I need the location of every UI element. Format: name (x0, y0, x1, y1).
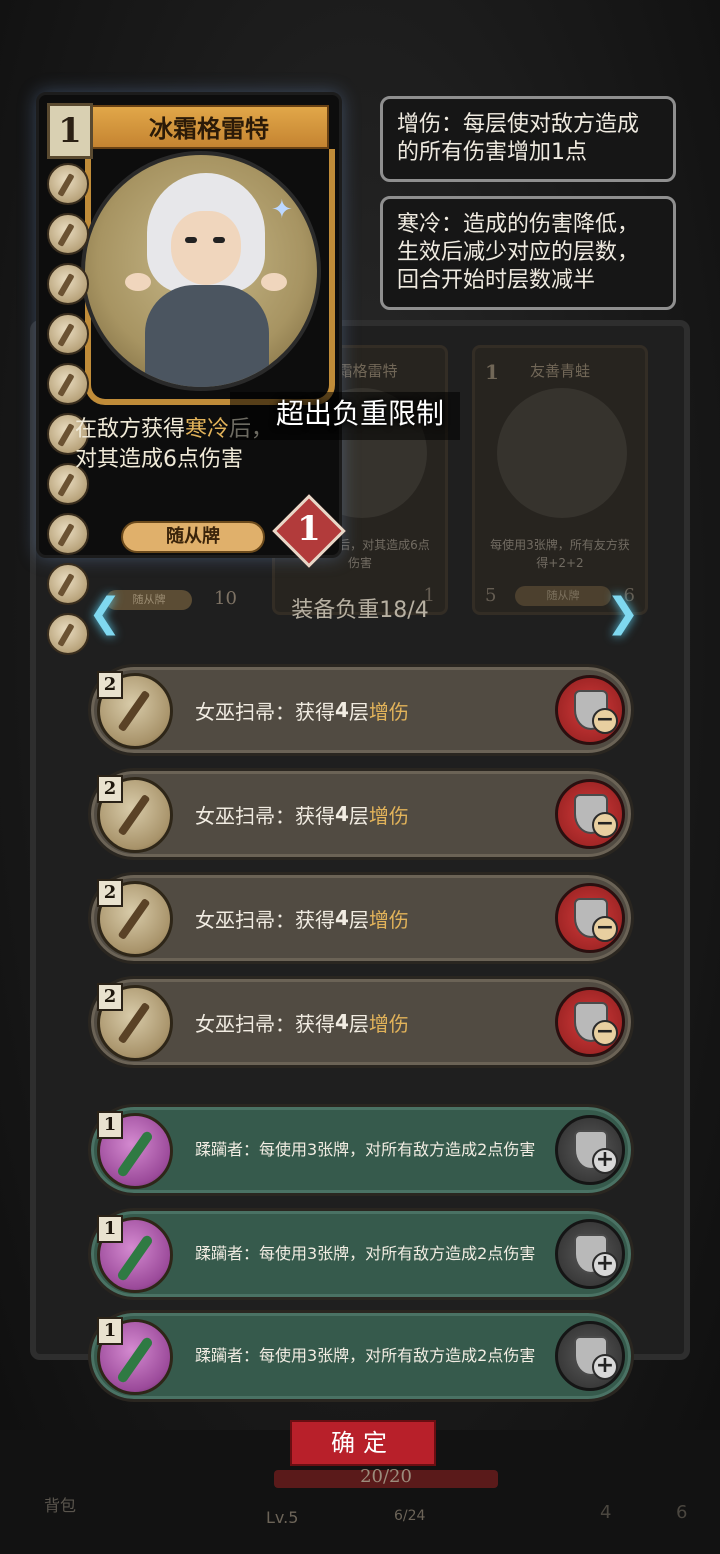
broom-slot-icon (47, 263, 89, 305)
character-robe (145, 285, 269, 387)
tooltip-keyword: 寒冷： (397, 212, 464, 237)
add-button[interactable]: + (555, 1321, 625, 1391)
bg-card-desc: 每使用3张牌，所有友方获得+2+2 (490, 538, 630, 570)
add-button[interactable]: + (555, 1115, 625, 1185)
equip-text: 获得 (295, 1011, 335, 1036)
remove-button[interactable]: − (555, 779, 625, 849)
equipment-text: 蹂躏者：每使用3张牌，对所有敌方造成2点伤害 (195, 1346, 536, 1365)
equip-text: 获得 (295, 803, 335, 828)
character-face (171, 211, 241, 285)
minus-icon: − (592, 916, 618, 942)
broom-slot-icon (47, 513, 89, 555)
desc-text: 对其造成6点伤害 (75, 447, 243, 472)
equip-text: 层 (348, 1011, 369, 1036)
broom-slot-icon (47, 313, 89, 355)
sparkle-icon: ✦ (271, 195, 293, 225)
equip-name: 女巫扫帚 (195, 1011, 275, 1036)
remove-button[interactable]: − (555, 883, 625, 953)
minus-icon: − (592, 812, 618, 838)
equipment-text: 女巫扫帚：获得 4 层增伤 (195, 979, 409, 1065)
equip-text: 层 (348, 907, 369, 932)
broom-slot-icon (47, 213, 89, 255)
equipment-row[interactable]: 2 女巫扫帚：获得 4 层增伤 − (88, 872, 634, 964)
equip-text: 层 (348, 699, 369, 724)
broom-slot-icon (47, 163, 89, 205)
equipment-row[interactable]: 2 女巫扫帚：获得 4 层增伤 − (88, 664, 634, 756)
remove-button[interactable]: − (555, 987, 625, 1057)
player-level: Lv.5 (266, 1508, 299, 1527)
equipment-level: 1 (97, 1215, 123, 1243)
equip-keyword: 增伤 (368, 907, 409, 932)
equipment-row[interactable]: 1 蹂躏者：每使用3张牌，对所有敌方造成2点伤害 + (88, 1104, 634, 1196)
equip-num: 4 (335, 906, 349, 930)
equipment-text: 女巫扫帚：获得 4 层增伤 (195, 875, 409, 961)
equip-sep: ： (275, 1011, 295, 1036)
equipment-row[interactable]: 1 蹂躏者：每使用3张牌，对所有敌方造成2点伤害 + (88, 1310, 634, 1402)
card-portrait: ✦ (81, 151, 321, 391)
equipment-row[interactable]: 1 蹂躏者：每使用3张牌，对所有敌方造成2点伤害 + (88, 1208, 634, 1300)
minus-icon: − (592, 1020, 618, 1046)
equip-keyword: 增伤 (368, 803, 409, 828)
equip-num: 4 (335, 1010, 349, 1034)
equip-num: 4 (335, 802, 349, 826)
card-type-pill: 随从牌 (121, 521, 265, 553)
equipment-level: 2 (97, 983, 123, 1011)
character-eye (185, 237, 197, 243)
equip-text: 获得 (295, 907, 335, 932)
confirm-button[interactable]: 确定 (290, 1420, 436, 1466)
equip-name: 女巫扫帚 (195, 907, 275, 932)
equip-text: 获得 (295, 699, 335, 724)
hp-text: 20/20 (360, 1466, 412, 1487)
character-hand (261, 273, 287, 291)
card-cost: 1 (297, 509, 321, 549)
corner-count-left: 4 (600, 1502, 612, 1523)
card-title: 冰霜格雷特 (149, 115, 269, 143)
plus-icon: + (592, 1148, 618, 1174)
equipment-row[interactable]: 2 女巫扫帚：获得 4 层增伤 − (88, 976, 634, 1068)
equipment-text: 女巫扫帚：获得 4 层增伤 (195, 771, 409, 857)
equipment-level: 1 (97, 1111, 123, 1139)
equipment-load: 装备负重18/4 (291, 598, 429, 623)
bg-card-title: 友善青蛙 (529, 362, 590, 380)
character-eye (213, 237, 225, 243)
equipment-level: 1 (97, 1317, 123, 1345)
tooltip-damage-boost: 增伤：每层使对敌方造成的所有伤害增加1点 (380, 96, 676, 182)
equipment-level: 2 (97, 775, 123, 803)
equipment-level: 2 (97, 879, 123, 907)
card-level: 1 (47, 103, 93, 159)
equip-sep: ： (275, 803, 295, 828)
equip-sep: ： (275, 907, 295, 932)
equipment-text: 蹂躏者：每使用3张牌，对所有敌方造成2点伤害 (195, 1244, 536, 1263)
equipment-level: 2 (97, 671, 123, 699)
equipment-text: 女巫扫帚：获得 4 层增伤 (195, 667, 409, 753)
equip-keyword: 增伤 (368, 699, 409, 724)
remove-button[interactable]: − (555, 675, 625, 745)
character-hand (125, 273, 151, 291)
xp-text: 6/24 (394, 1508, 426, 1524)
equip-name: 女巫扫帚 (195, 803, 275, 828)
minus-icon: − (592, 708, 618, 734)
equip-text: 层 (348, 803, 369, 828)
tooltip-keyword: 增伤： (397, 112, 464, 137)
plus-icon: + (592, 1252, 618, 1278)
add-button[interactable]: + (555, 1219, 625, 1289)
equip-keyword: 增伤 (368, 1011, 409, 1036)
corner-count-right: 6 (676, 1502, 688, 1523)
plus-icon: + (592, 1354, 618, 1380)
equip-name: 女巫扫帚 (195, 699, 275, 724)
equipment-row[interactable]: 2 女巫扫帚：获得 4 层增伤 − (88, 768, 634, 860)
equipment-text: 蹂躏者：每使用3张牌，对所有敌方造成2点伤害 (195, 1140, 536, 1159)
tooltip-cold: 寒冷：造成的伤害降低，生效后减少对应的层数，回合开始时层数减半 (380, 196, 676, 310)
equip-sep: ： (275, 699, 295, 724)
equip-num: 4 (335, 698, 349, 722)
selected-card[interactable]: 冰霜格雷特 ✦ 1 在敌方获得寒冷后， 对其造成6点伤害 随从牌 1 (36, 92, 346, 655)
bag-button[interactable]: 背包 (44, 1492, 76, 1516)
overload-message: 超出负重限制 (275, 397, 444, 430)
bg-card-frog[interactable]: 1 友善青蛙 每使用3张牌，所有友方获得+2+2 5 随从牌 6 (472, 345, 648, 615)
